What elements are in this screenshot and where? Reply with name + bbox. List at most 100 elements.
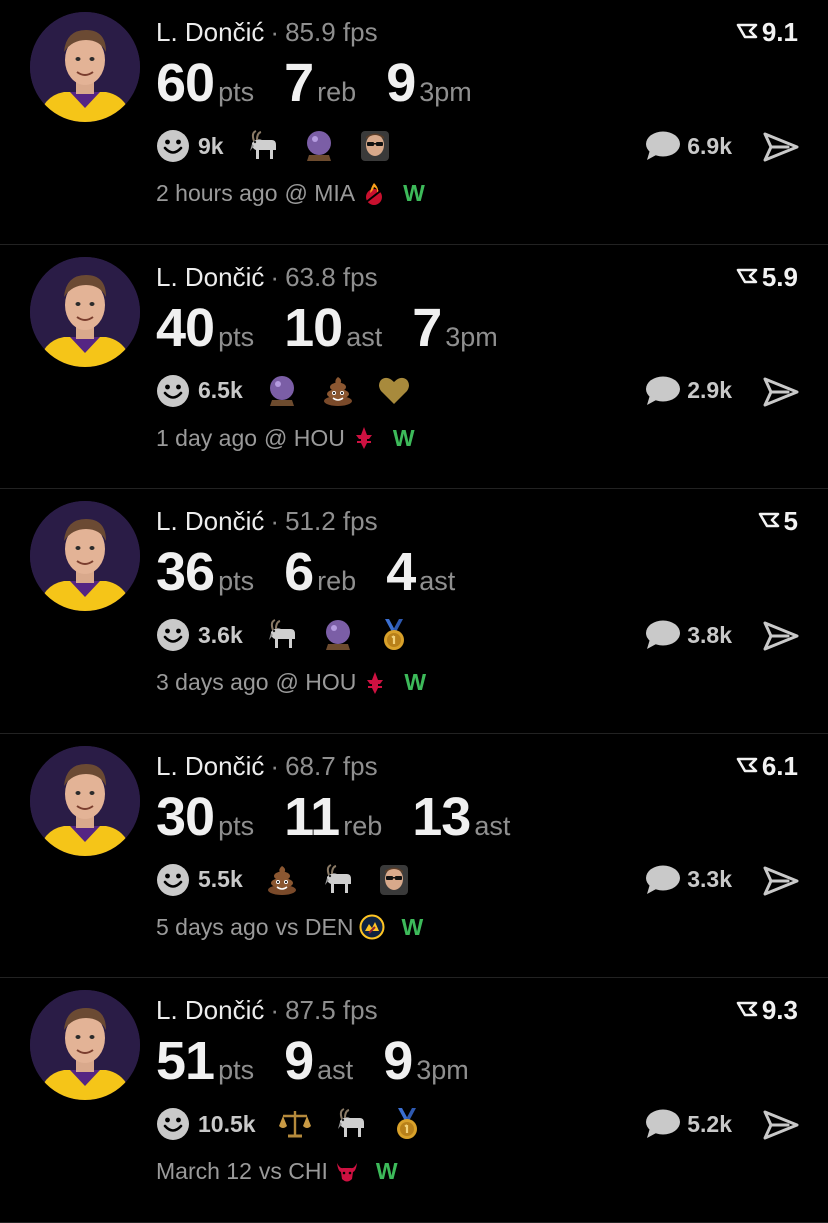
game-meta: 5 days ago vs DEN W	[156, 914, 423, 941]
player-name[interactable]: L. Dončić	[156, 995, 264, 1025]
stat-item: 51 pts	[156, 1030, 254, 1092]
heat-logo	[361, 181, 387, 207]
player-avatar[interactable]	[30, 12, 140, 122]
medal-emoji[interactable]	[377, 618, 411, 652]
share-button[interactable]	[762, 131, 800, 168]
stat-item: 30 pts	[156, 786, 254, 848]
flag-icon	[736, 268, 758, 283]
share-button[interactable]	[762, 1109, 800, 1146]
rating-value: 6.1	[761, 750, 798, 781]
post-header: L. Dončić · 68.7 fps	[156, 750, 378, 782]
flag-icon	[736, 757, 758, 773]
emoji-reactions	[278, 1107, 446, 1141]
time-ago: 1 day ago	[156, 424, 258, 451]
send-arrow-icon	[763, 866, 799, 896]
smiley-react-icon[interactable]	[156, 863, 190, 897]
game-meta: 3 days ago @ HOU W	[156, 669, 426, 696]
stat-unit: pts	[218, 321, 255, 352]
goat-emoji[interactable]	[334, 1107, 368, 1141]
scales-emoji[interactable]	[278, 1107, 312, 1141]
stat-value: 7	[284, 53, 314, 113]
comments-count: 2.9k	[687, 377, 732, 404]
reactions-row: 9k	[156, 128, 414, 164]
poop-emoji[interactable]	[265, 863, 299, 897]
emoji-reactions	[265, 374, 433, 408]
stat-item: 13 ast	[412, 786, 510, 848]
stat-item: 7 3pm	[412, 297, 498, 359]
separator-dot: ·	[270, 506, 280, 537]
bulls-logo	[334, 1159, 360, 1185]
comments-button[interactable]: 2.9k	[645, 373, 732, 409]
player-avatar[interactable]	[30, 990, 140, 1101]
comments-button[interactable]: 3.3k	[645, 862, 732, 898]
goat-emoji[interactable]	[321, 863, 355, 897]
stat-line: 60 pts 7 reb 9 3pm	[156, 52, 502, 114]
sunglasses-player-emoji[interactable]	[377, 863, 411, 897]
stat-value: 60	[156, 53, 215, 113]
rating-badge: 9.1	[736, 16, 798, 48]
smiley-react-icon[interactable]	[156, 1107, 190, 1141]
reactions-row: 5.5k	[156, 862, 433, 898]
rating-value: 9.3	[761, 995, 798, 1026]
crystal-ball-emoji[interactable]	[302, 129, 336, 163]
reactions-row: 6.5k	[156, 373, 433, 409]
stat-item: 40 pts	[156, 297, 254, 359]
smiley-react-icon[interactable]	[156, 618, 190, 652]
poop-emoji[interactable]	[321, 374, 355, 408]
player-name[interactable]: L. Dončić	[156, 262, 264, 292]
flag-icon	[758, 512, 779, 528]
stat-item: 9 3pm	[383, 1030, 469, 1092]
smiley-react-icon[interactable]	[156, 129, 190, 163]
post-card[interactable]: L. Dončić · 87.5 fps 9.3 51 pts 9 ast 9 3pm 10.…	[0, 978, 828, 1223]
stat-line: 30 pts 11 reb 13 ast	[156, 786, 540, 848]
stat-value: 6	[284, 542, 314, 603]
speech-bubble-icon	[646, 131, 681, 160]
game-result: W	[401, 913, 424, 940]
gold-heart-emoji[interactable]	[377, 374, 411, 408]
player-avatar[interactable]	[30, 745, 140, 856]
player-name[interactable]: L. Dončić	[156, 17, 264, 47]
sunglasses-player-emoji[interactable]	[358, 129, 392, 163]
post-card[interactable]: L. Dončić · 68.7 fps 6.1 30 pts 11 reb 13 ast 5…	[0, 734, 828, 979]
player-name[interactable]: L. Dončić	[156, 506, 264, 536]
stat-item: 11 reb	[284, 786, 382, 848]
emoji-reactions	[265, 618, 433, 652]
comments-count: 3.3k	[687, 866, 732, 893]
comments-button[interactable]: 5.2k	[645, 1106, 732, 1142]
comments-button[interactable]: 3.8k	[645, 617, 732, 653]
share-button[interactable]	[762, 376, 800, 413]
player-name[interactable]: L. Dončić	[156, 751, 264, 781]
comments-button[interactable]: 6.9k	[645, 128, 732, 164]
rating-value: 5	[783, 506, 798, 537]
player-avatar[interactable]	[30, 501, 140, 612]
medal-emoji[interactable]	[390, 1107, 424, 1141]
crystal-ball-emoji[interactable]	[265, 374, 299, 408]
post-card[interactable]: L. Dončić · 85.9 fps 9.1 60 pts 7 reb 9 3pm 9k	[0, 0, 828, 245]
stat-value: 13	[412, 786, 471, 847]
share-button[interactable]	[762, 865, 800, 902]
stat-value: 30	[156, 786, 215, 847]
reactions-row: 10.5k	[156, 1106, 446, 1142]
stat-value: 40	[156, 297, 215, 358]
share-button[interactable]	[762, 620, 800, 657]
stat-unit: ast	[317, 1055, 354, 1086]
venue: @ MIA	[284, 180, 356, 206]
speech-bubble-icon	[646, 376, 681, 405]
comments-count: 5.2k	[687, 1110, 732, 1137]
rating-badge: 5.9	[736, 261, 798, 293]
smiley-react-icon[interactable]	[156, 374, 190, 408]
crystal-ball-emoji[interactable]	[321, 618, 355, 652]
stat-unit: ast	[419, 566, 456, 597]
stat-value: 9	[284, 1031, 314, 1092]
stat-unit: reb	[317, 77, 357, 107]
goat-emoji[interactable]	[265, 618, 299, 652]
speech-bubble-icon	[646, 1109, 681, 1139]
fps-score: 68.7 fps	[285, 750, 378, 781]
goat-emoji[interactable]	[246, 129, 280, 163]
post-card[interactable]: L. Dončić · 51.2 fps 5 36 pts 6 reb 4 ast 3.6k	[0, 489, 828, 734]
reactions-row: 3.6k	[156, 617, 433, 653]
speech-bubble-icon	[646, 865, 681, 894]
venue: @ HOU	[264, 424, 345, 451]
player-avatar[interactable]	[30, 256, 140, 367]
post-card[interactable]: L. Dončić · 63.8 fps 5.9 40 pts 10 ast 7 3pm 6.…	[0, 245, 828, 490]
